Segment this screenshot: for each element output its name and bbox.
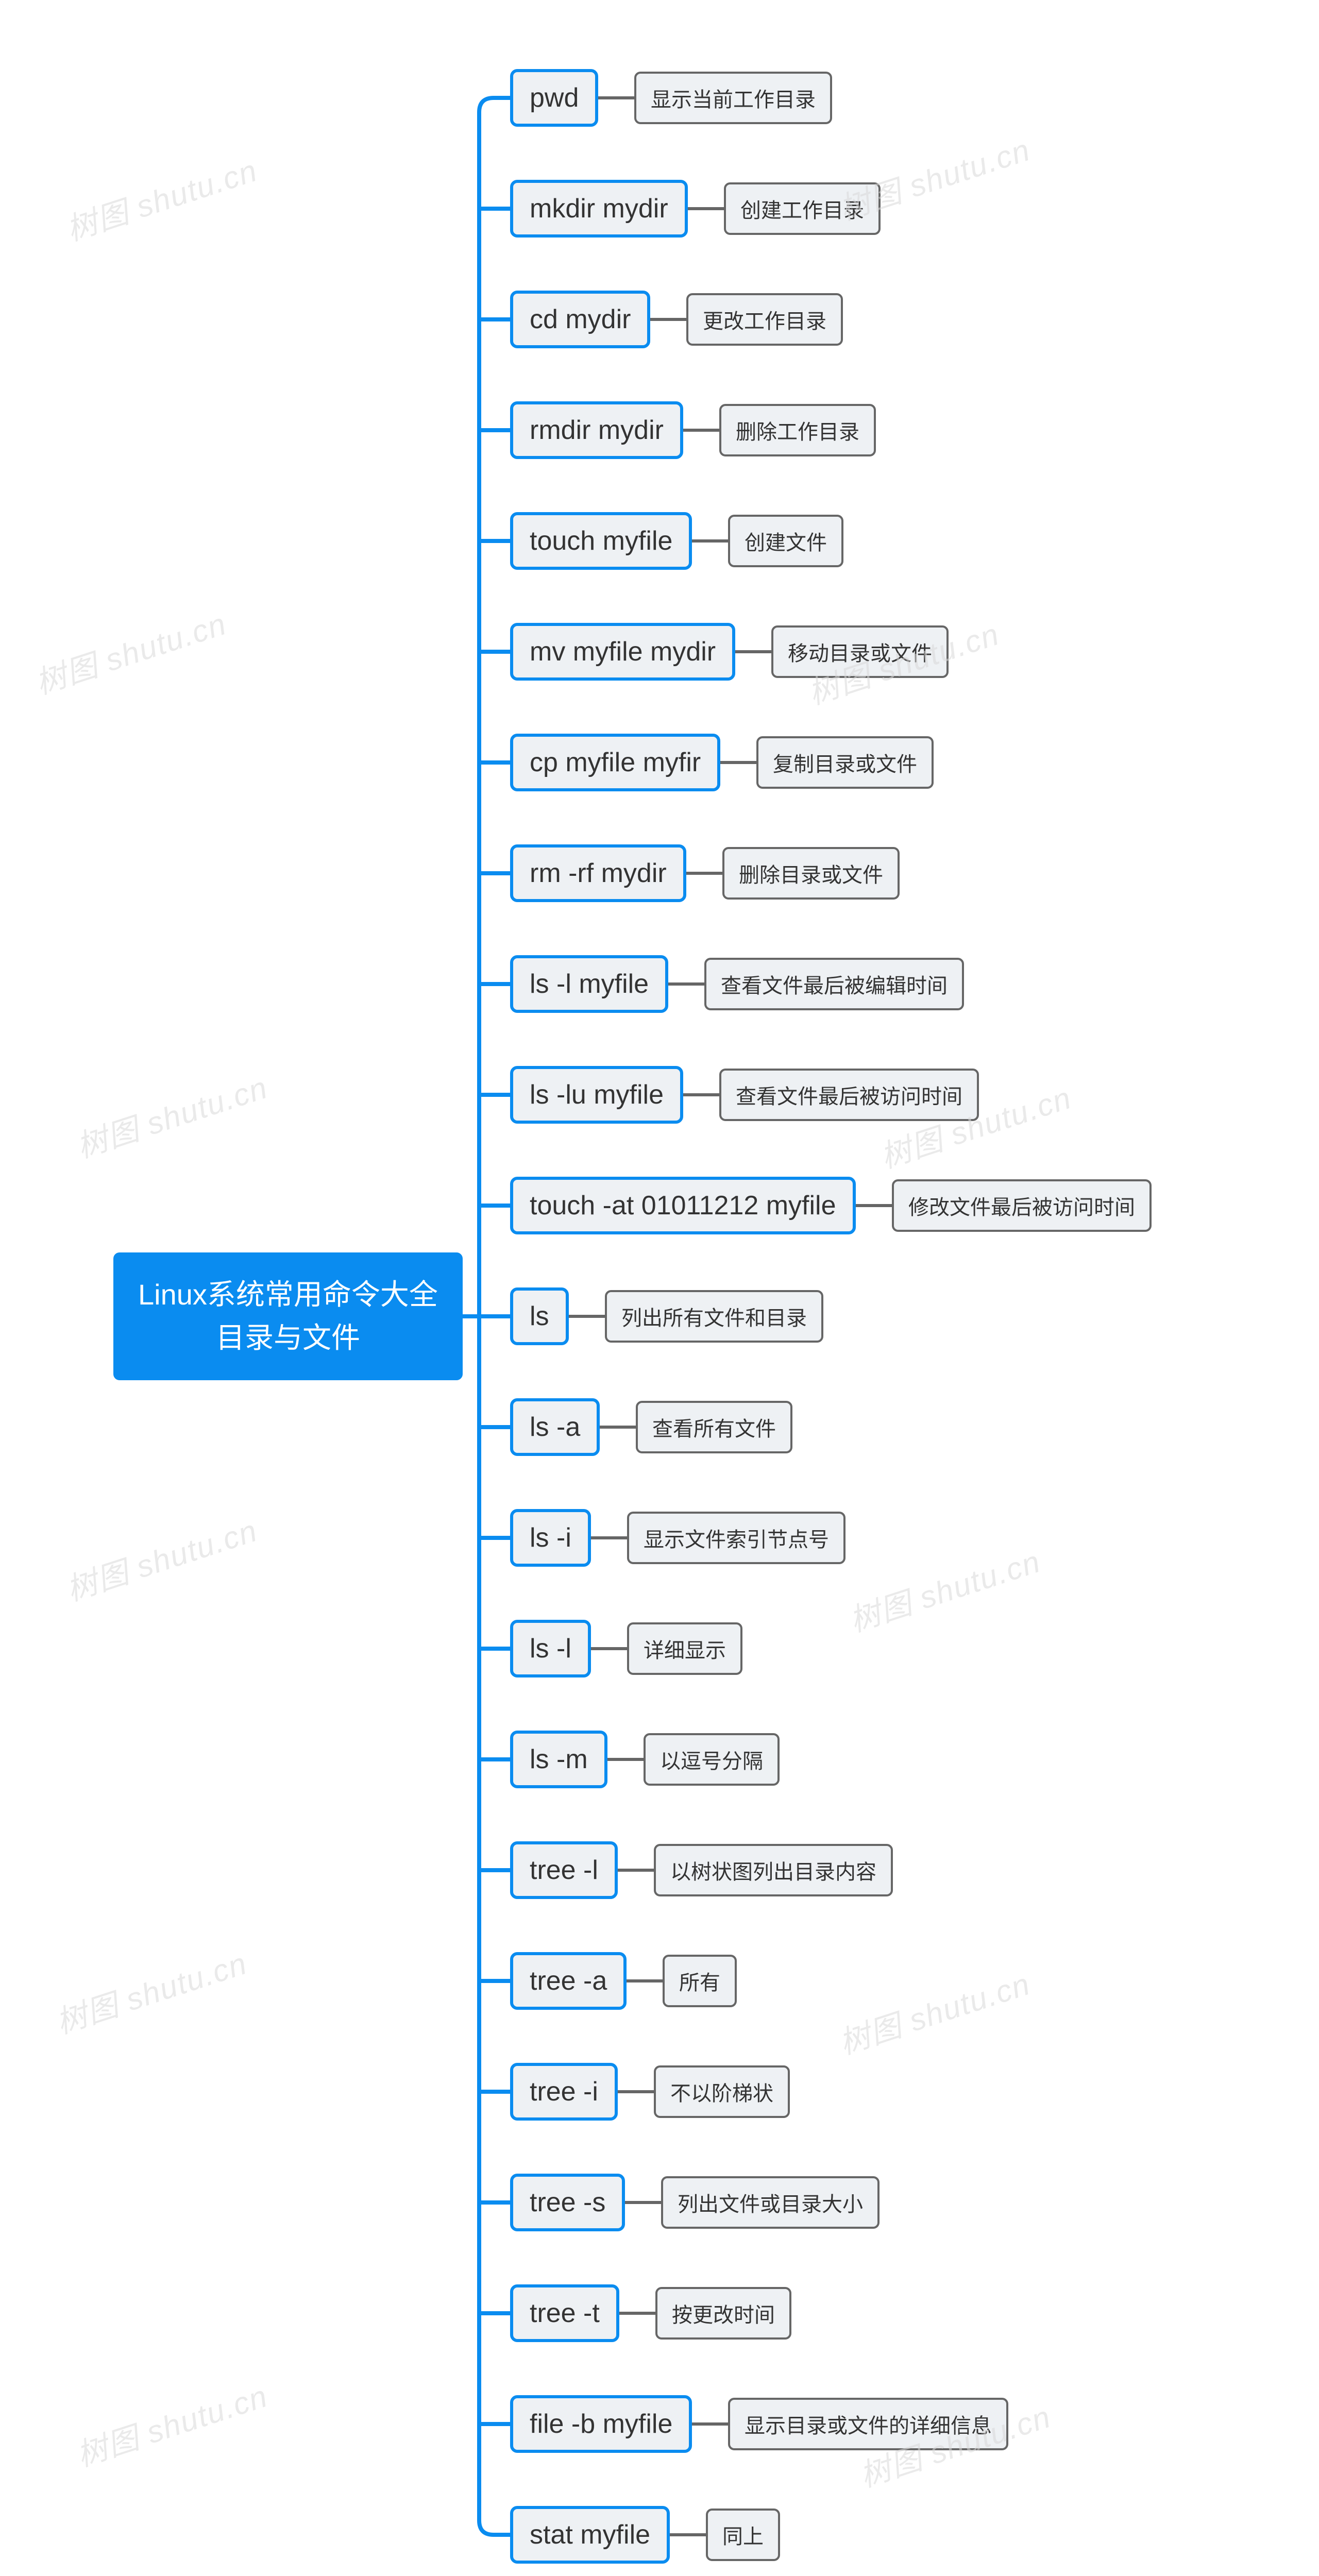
desc-node[interactable]: 列出文件或目录大小	[661, 2176, 880, 2229]
watermark: 树图 shutu.cn	[60, 146, 263, 250]
desc-node[interactable]: 删除工作目录	[719, 404, 876, 456]
cmd-node[interactable]: rmdir mydir	[510, 401, 683, 459]
root-line2: 目录与文件	[138, 1316, 438, 1360]
desc-node[interactable]: 查看所有文件	[636, 1401, 792, 1453]
cmd-node[interactable]: ls -m	[510, 1731, 607, 1788]
cmd-node[interactable]: ls -l myfile	[510, 955, 668, 1013]
watermark: 树图 shutu.cn	[833, 1959, 1036, 2063]
watermark: 树图 shutu.cn	[29, 599, 232, 703]
desc-node[interactable]: 查看文件最后被编辑时间	[704, 958, 964, 1010]
cmd-node[interactable]: cd mydir	[510, 291, 650, 348]
root-line1: Linux系统常用命令大全	[138, 1273, 438, 1316]
cmd-node[interactable]: tree -l	[510, 1841, 618, 1899]
cmd-node[interactable]: stat myfile	[510, 2506, 670, 2564]
cmd-node[interactable]: touch -at 01011212 myfile	[510, 1177, 856, 1234]
watermark: 树图 shutu.cn	[60, 1506, 263, 1610]
desc-node[interactable]: 创建文件	[728, 515, 843, 567]
cmd-node[interactable]: ls -i	[510, 1509, 591, 1567]
desc-node[interactable]: 查看文件最后被访问时间	[719, 1069, 979, 1121]
desc-node[interactable]: 创建工作目录	[724, 182, 881, 235]
desc-node[interactable]: 按更改时间	[655, 2287, 791, 2340]
desc-node[interactable]: 不以阶梯状	[654, 2065, 790, 2118]
desc-node[interactable]: 所有	[663, 1955, 737, 2007]
root-node[interactable]: Linux系统常用命令大全 目录与文件	[113, 1252, 463, 1380]
desc-node[interactable]: 更改工作目录	[686, 293, 843, 346]
desc-node[interactable]: 修改文件最后被访问时间	[892, 1179, 1152, 1232]
cmd-node[interactable]: mkdir mydir	[510, 180, 688, 238]
watermark: 树图 shutu.cn	[70, 2371, 273, 2476]
desc-node[interactable]: 移动目录或文件	[771, 625, 949, 678]
cmd-node[interactable]: ls	[510, 1287, 569, 1345]
cmd-node[interactable]: rm -rf mydir	[510, 844, 686, 902]
cmd-node[interactable]: touch myfile	[510, 512, 692, 570]
watermark: 树图 shutu.cn	[49, 1939, 252, 2043]
desc-node[interactable]: 显示目录或文件的详细信息	[728, 2398, 1008, 2450]
desc-node[interactable]: 以逗号分隔	[644, 1733, 780, 1786]
desc-node[interactable]: 复制目录或文件	[756, 736, 934, 789]
cmd-node[interactable]: tree -s	[510, 2174, 625, 2231]
desc-node[interactable]: 显示文件索引节点号	[627, 1512, 845, 1564]
cmd-node[interactable]: ls -lu myfile	[510, 1066, 683, 1124]
cmd-node[interactable]: ls -a	[510, 1398, 600, 1456]
desc-node[interactable]: 以树状图列出目录内容	[654, 1844, 893, 1896]
cmd-node[interactable]: cp myfile myfir	[510, 734, 720, 791]
watermark: 树图 shutu.cn	[843, 1537, 1046, 1641]
cmd-node[interactable]: tree -i	[510, 2063, 618, 2121]
watermark: 树图 shutu.cn	[70, 1063, 273, 1167]
desc-node[interactable]: 详细显示	[627, 1622, 742, 1675]
cmd-node[interactable]: tree -a	[510, 1952, 627, 2010]
desc-node[interactable]: 删除目录或文件	[722, 847, 900, 900]
cmd-node[interactable]: pwd	[510, 69, 598, 127]
cmd-node[interactable]: file -b myfile	[510, 2395, 692, 2453]
desc-node[interactable]: 列出所有文件和目录	[605, 1290, 823, 1343]
cmd-node[interactable]: ls -l	[510, 1620, 591, 1677]
desc-node[interactable]: 同上	[706, 2509, 780, 2561]
cmd-node[interactable]: mv myfile mydir	[510, 623, 735, 681]
mindmap-canvas: Linux系统常用命令大全 目录与文件 pwd 显示当前工作目录 mkdir myd…	[0, 0, 1319, 2576]
desc-node[interactable]: 显示当前工作目录	[634, 72, 832, 124]
cmd-node[interactable]: tree -t	[510, 2284, 619, 2342]
